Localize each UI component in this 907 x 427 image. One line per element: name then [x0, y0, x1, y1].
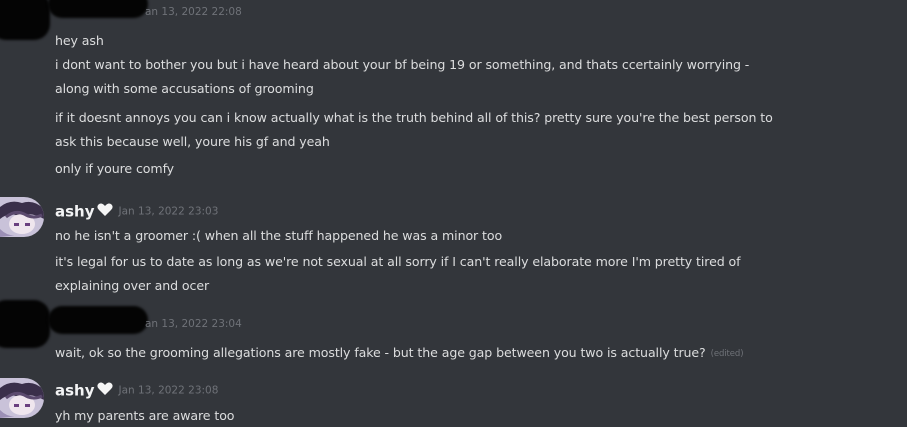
chat-messages: an 13, 2022 22:08 hey ash i dont want to… — [0, 0, 907, 427]
avatar[interactable] — [0, 378, 44, 418]
anime-avatar-icon — [0, 378, 44, 418]
username[interactable]: ashy — [55, 382, 95, 400]
message-timestamp: Jan 13, 2022 23:08 — [118, 384, 219, 397]
message-line: yh my parents are aware too — [55, 408, 235, 423]
white-heart-icon — [96, 381, 113, 400]
message-header: ashy Jan 13, 2022 23:08 — [55, 380, 218, 400]
message-group-4: ashy Jan 13, 2022 23:08 yh my parents are… — [0, 0, 907, 427]
